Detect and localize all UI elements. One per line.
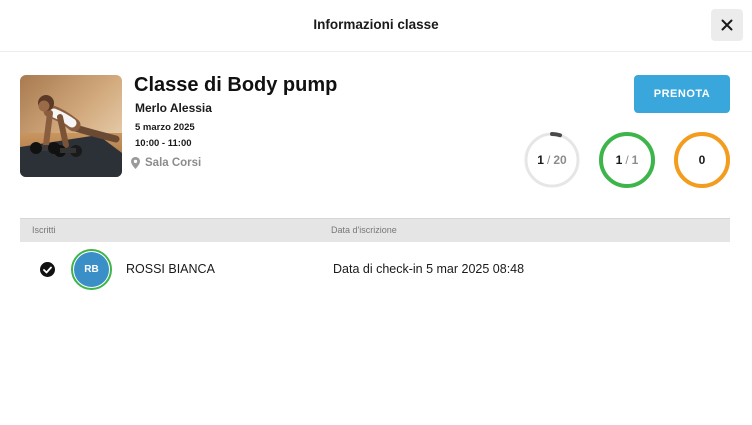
modal-title: Informazioni classe [313, 17, 439, 32]
checkin-ring: 1 / 1 [598, 131, 656, 189]
checkin-date: Data di check-in 5 mar 2025 08:48 [333, 262, 525, 276]
checkin-value: 1 [615, 153, 623, 167]
map-pin-icon [131, 157, 140, 169]
close-icon [721, 19, 733, 31]
modal-header: Informazioni classe [0, 0, 752, 52]
capacity-total: 20 [553, 153, 567, 167]
capacity-ring: 1 / 20 [523, 131, 581, 189]
capacity-slash: / [546, 153, 551, 167]
capacity-value: 1 [537, 153, 544, 167]
checkin-total: 1 [631, 153, 639, 167]
book-button[interactable]: PRENOTA [634, 75, 730, 113]
avatar-initials: RB [74, 252, 109, 287]
avatar[interactable]: RB [71, 249, 112, 290]
close-button[interactable] [711, 9, 743, 41]
class-name: Classe di Body pump [134, 74, 338, 96]
class-photo [20, 75, 122, 177]
instructor-name: Merlo Alessia [135, 101, 212, 115]
column-header-data-iscrizione: Data d'iscrizione [331, 225, 397, 235]
member-name[interactable]: ROSSI BIANCA [126, 262, 215, 276]
class-time: 10:00 - 11:00 [135, 138, 192, 149]
room-location: Sala Corsi [131, 157, 201, 169]
waitlist-value: 0 [698, 153, 706, 167]
checkin-slash: / [625, 153, 629, 167]
room-label: Sala Corsi [145, 157, 202, 169]
waitlist-ring: 0 [673, 131, 731, 189]
column-header-iscritti: Iscritti [32, 225, 56, 235]
class-date: 5 marzo 2025 [135, 122, 195, 133]
table-row[interactable]: RB ROSSI BIANCA Data di check-in 5 mar 2… [20, 248, 730, 290]
checked-icon[interactable] [40, 262, 55, 277]
table-header: Iscritti Data d'iscrizione [20, 218, 730, 242]
